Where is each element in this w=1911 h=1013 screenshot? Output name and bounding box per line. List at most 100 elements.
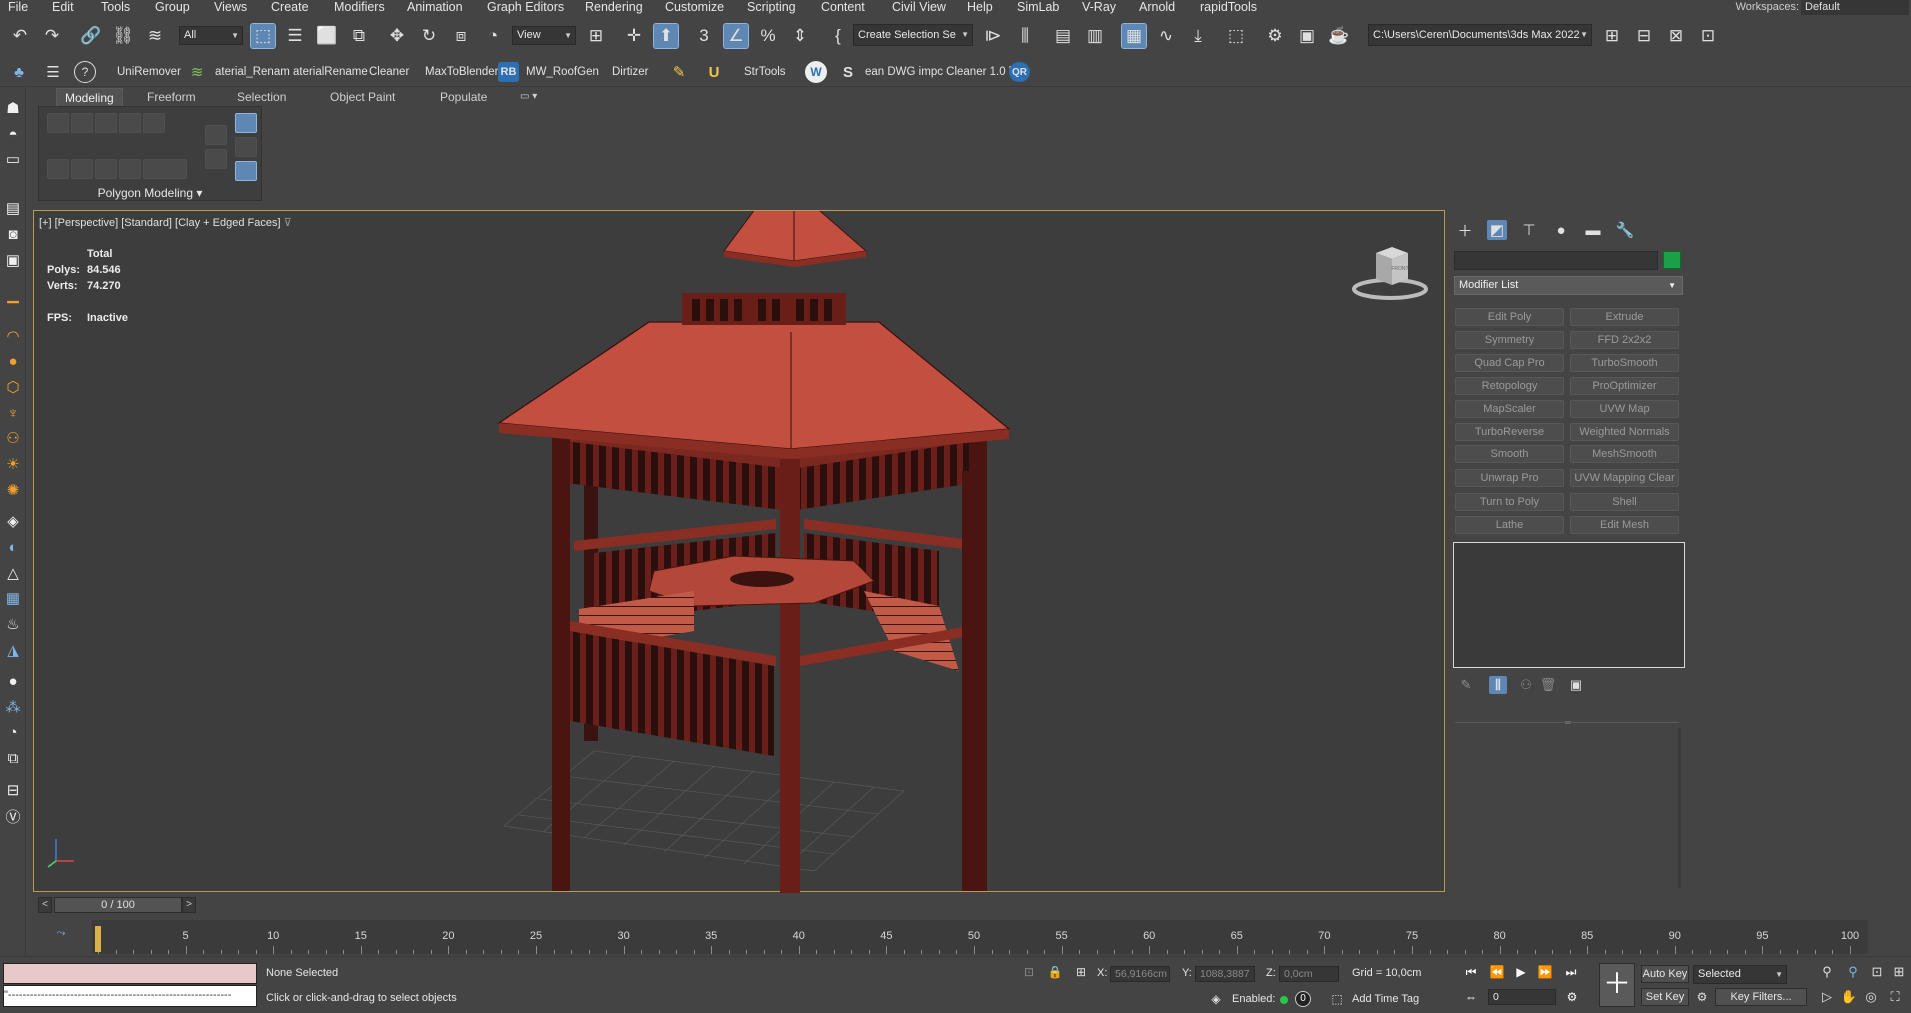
modifier-button[interactable]: MeshSmooth (1570, 445, 1679, 463)
show-end-result-button[interactable] (235, 113, 257, 133)
next-frame-icon[interactable]: ⏩ (1536, 963, 1554, 981)
menu-group[interactable]: Group (155, 0, 190, 15)
named-selection-icon[interactable]: { (826, 24, 850, 48)
vertex-mode-button[interactable] (47, 113, 69, 133)
box-icon[interactable]: ▭ (2, 148, 24, 170)
sc-plugin-icon[interactable]: S (837, 61, 859, 83)
percent-snap-icon[interactable]: % (756, 24, 780, 48)
cleaner-button[interactable]: Cleaner (369, 61, 409, 83)
modify-mode-4-button[interactable] (119, 159, 141, 179)
utilities-tab-icon[interactable]: 🔧 (1615, 220, 1635, 240)
menu-file[interactable]: File (8, 0, 28, 15)
menu-civil-view[interactable]: Civil View (892, 0, 946, 15)
maxscript-listener-output[interactable]: "---------------------------------------… (3, 985, 257, 1007)
absolute-mode-icon[interactable]: ⊞ (1072, 963, 1090, 981)
material-icon[interactable]: ◐ (2, 536, 24, 558)
play-icon[interactable]: ▶ (1512, 963, 1530, 981)
motion-tab-icon[interactable]: ● (1551, 220, 1571, 240)
grass-icon[interactable]: ♨ (2, 613, 24, 635)
auto-key-button[interactable]: Auto Key (1641, 965, 1689, 983)
modifier-button[interactable]: TurboReverse (1455, 423, 1564, 441)
plane-icon[interactable]: ▔ (2, 299, 24, 321)
time-slider-handle[interactable]: 0 / 100 (54, 897, 182, 913)
collapse-stack-button[interactable] (205, 125, 227, 145)
rectangular-selection-icon[interactable]: ⬜ (315, 24, 339, 48)
omni-light-icon[interactable]: ⚇ (2, 427, 24, 449)
current-frame-field[interactable]: 0 (1488, 989, 1556, 1005)
dwg-cleaner-button[interactable]: ean DWG impc Cleaner 1.0 b (865, 61, 1015, 83)
modify-mode-5-button[interactable] (143, 159, 187, 179)
perspective-viewport[interactable]: [+] [Perspective] [Standard] [Clay + Edg… (33, 210, 1445, 893)
modifier-button[interactable]: Unwrap Pro (1455, 469, 1564, 487)
menu-arnold[interactable]: Arnold (1139, 0, 1175, 15)
time-slider[interactable]: < 0 / 100 > (38, 896, 198, 914)
angle-snap-icon[interactable]: ∠ (723, 23, 749, 49)
configure-modifier-sets-icon[interactable]: ▣ (1567, 676, 1585, 694)
modifier-button[interactable]: Extrude (1570, 308, 1679, 326)
object-name-field[interactable] (1454, 251, 1658, 270)
use-soft-selection-button[interactable] (235, 161, 257, 181)
toggle-ribbon-icon[interactable]: ▦ (1121, 23, 1147, 49)
apply-button[interactable] (205, 149, 227, 169)
ball-icon[interactable]: ● (2, 350, 24, 372)
polygon-modeling-label[interactable]: Polygon Modeling ▾ (38, 185, 262, 201)
modifier-button[interactable]: MapScaler (1455, 400, 1564, 418)
menu-edit[interactable]: Edit (52, 0, 74, 15)
add-time-tag[interactable]: Add Time Tag (1352, 993, 1419, 1005)
select-by-name-icon[interactable]: ☰ (283, 24, 307, 48)
x-coordinate-field[interactable]: 56,9166cm (1110, 966, 1170, 982)
menu-graph-editors[interactable]: Graph Editors (487, 0, 564, 15)
menu-rendering[interactable]: Rendering (585, 0, 643, 15)
named-selection-sets-dropdown[interactable]: Create Selection Se ▼ (853, 24, 973, 46)
go-to-start-icon[interactable]: ⏮ (1462, 963, 1480, 981)
zoom-all-icon[interactable]: ⚲ (1844, 963, 1862, 981)
previous-frame-icon[interactable]: ⏪ (1488, 963, 1506, 981)
current-frame-marker[interactable] (95, 926, 101, 952)
modifier-button[interactable]: ProOptimizer (1570, 377, 1679, 395)
menu-customize[interactable]: Customize (665, 0, 724, 15)
modifier-button[interactable]: Shell (1570, 493, 1679, 511)
adaptive-degradation-icon[interactable]: ◈ (1207, 990, 1225, 1008)
mirror-icon[interactable]: ⧐ (981, 24, 1005, 48)
tab-object-paint[interactable]: Object Paint (322, 88, 403, 106)
modifier-button[interactable]: Lathe (1455, 516, 1564, 534)
set-key-big-button[interactable]: ＋ (1599, 963, 1635, 1007)
chat-icon[interactable]: ▤ (2, 197, 24, 219)
vray-logo-icon[interactable]: Ⓥ (2, 805, 24, 827)
modify-tab-icon[interactable]: ◩ (1487, 220, 1507, 240)
time-slider-next-button[interactable]: > (182, 897, 196, 913)
project-icon-2[interactable]: ⊟ (1632, 24, 1656, 48)
render-setup-icon[interactable]: ⚙ (1263, 24, 1287, 48)
dome-icon[interactable]: ◠ (2, 325, 24, 347)
rb-badge-icon[interactable]: RB (498, 62, 519, 82)
material-rename-icon[interactable]: ≋ (186, 61, 208, 83)
material-rename-button[interactable]: aterial_Renam aterialRename (215, 61, 368, 83)
plugin-tree-icon[interactable]: ♣ (8, 61, 30, 83)
modify-mode-2-button[interactable] (71, 159, 93, 179)
polygon-mode-button[interactable] (119, 113, 141, 133)
zoom-extents-all-icon[interactable]: ⊞ (1890, 963, 1908, 981)
help-icon[interactable]: ? (74, 61, 96, 83)
border-mode-button[interactable] (95, 113, 117, 133)
menu-content[interactable]: Content (821, 0, 865, 15)
camera-icon[interactable]: ◙ (2, 223, 24, 245)
tab-freeform[interactable]: Freeform (139, 88, 204, 106)
menu-vray[interactable]: V-Ray (1082, 0, 1116, 15)
set-key-button[interactable]: Set Key (1641, 988, 1689, 1006)
time-configuration-icon[interactable]: ⚙ (1563, 988, 1581, 1006)
selected-set-dropdown[interactable]: Selected ▼ (1693, 965, 1787, 984)
make-unique-icon[interactable]: ⚇ (1517, 676, 1535, 694)
spinner-snap-icon[interactable]: ⇕ (788, 24, 812, 48)
menu-create[interactable]: Create (271, 0, 309, 15)
link-icon[interactable]: 🔗 (79, 24, 103, 48)
schematic-view-icon[interactable]: ⤓ (1186, 24, 1210, 48)
z-coordinate-field[interactable]: 0,0cm (1279, 966, 1339, 982)
element-mode-button[interactable] (143, 113, 165, 133)
strtools-button[interactable]: StrTools (744, 61, 786, 83)
mw-roofgen-button[interactable]: MW_RoofGen (526, 61, 599, 83)
cone-icon[interactable]: △ (2, 562, 24, 584)
track-bar[interactable]: 5 10 15 20 25 30 35 40 45 50 55 60 65 70 75 80 85 90 95 100 (92, 920, 1868, 954)
pan-view-icon[interactable]: ✋ (1840, 988, 1858, 1006)
zoom-extents-icon[interactable]: ⊡ (1868, 963, 1886, 981)
scene-explorer-icon[interactable]: ▤ (1051, 24, 1075, 48)
